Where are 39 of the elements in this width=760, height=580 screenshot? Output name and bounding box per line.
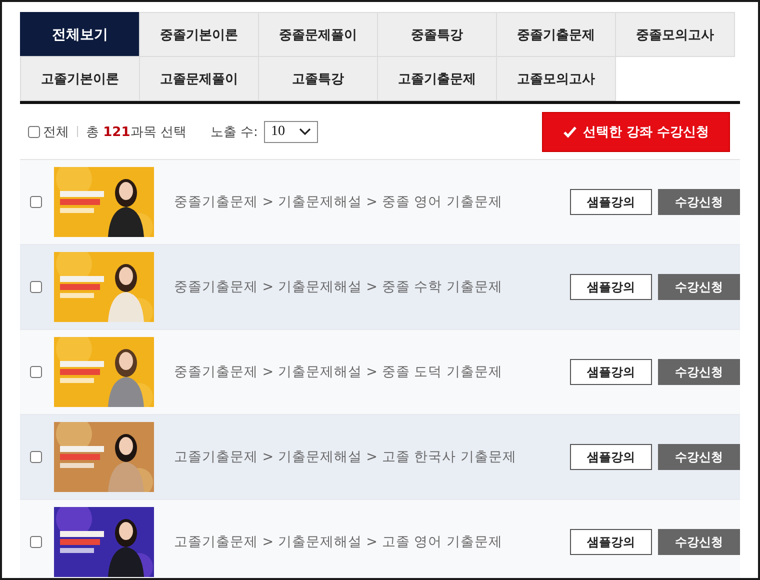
per-page-label: 노출 수: [210,124,258,140]
category-tab[interactable]: 중졸특강 [377,12,497,57]
enroll-button[interactable]: 수강신청 [658,529,740,555]
category-tab[interactable]: 중졸기본이론 [139,12,259,57]
category-tab[interactable]: 고졸문제풀이 [139,56,259,101]
sample-lecture-button[interactable]: 샘플강의 [570,529,652,555]
course-checkbox[interactable] [30,451,42,463]
category-tab[interactable]: 중졸기출문제 [496,12,616,57]
enroll-button[interactable]: 수강신청 [658,189,740,215]
sample-lecture-button[interactable]: 샘플강의 [570,189,652,215]
enroll-selected-button[interactable]: 선택한 강좌 수강신청 [542,112,730,152]
category-tab[interactable]: 중졸문제풀이 [258,12,378,57]
course-checkbox[interactable] [30,281,42,293]
course-path: 중졸기출문제 > 기출문제해설 > 중졸 영어 기출문제 [174,193,504,211]
course-count: 총 121과목 선택 [86,124,186,140]
enroll-button[interactable]: 수강신청 [658,444,740,470]
category-tab[interactable]: 고졸모의고사 [496,56,616,101]
course-path: 중졸기출문제 > 기출문제해설 > 중졸 수학 기출문제 [174,278,504,296]
course-path: 중졸기출문제 > 기출문제해설 > 중졸 도덕 기출문제 [174,363,504,381]
enroll-button[interactable]: 수강신청 [658,359,740,385]
course-checkbox[interactable] [30,536,42,548]
course-checkbox[interactable] [30,196,42,208]
category-tab[interactable]: 고졸기본이론 [20,56,140,101]
course-checkbox[interactable] [30,366,42,378]
enroll-button[interactable]: 수강신청 [658,274,740,300]
chevron-down-icon [298,128,311,136]
sample-lecture-button[interactable]: 샘플강의 [570,274,652,300]
course-path: 고졸기출문제 > 기출문제해설 > 고졸 한국사 기출문제 [174,448,518,466]
select-all-checkbox[interactable] [28,126,40,138]
select-all-label: 전체 [43,124,69,140]
course-path: 고졸기출문제 > 기출문제해설 > 고졸 영어 기출문제 [174,533,504,551]
per-page-select[interactable]: 10 [264,120,318,142]
category-tab[interactable]: 고졸기출문제 [377,56,497,101]
category-tab[interactable]: 중졸모의고사 [615,12,735,57]
sample-lecture-button[interactable]: 샘플강의 [570,359,652,385]
checkmark-icon [562,126,577,138]
category-tab[interactable]: 고졸특강 [258,56,378,101]
category-tab[interactable]: 전체보기 [20,12,140,57]
sample-lecture-button[interactable]: 샘플강의 [570,444,652,470]
